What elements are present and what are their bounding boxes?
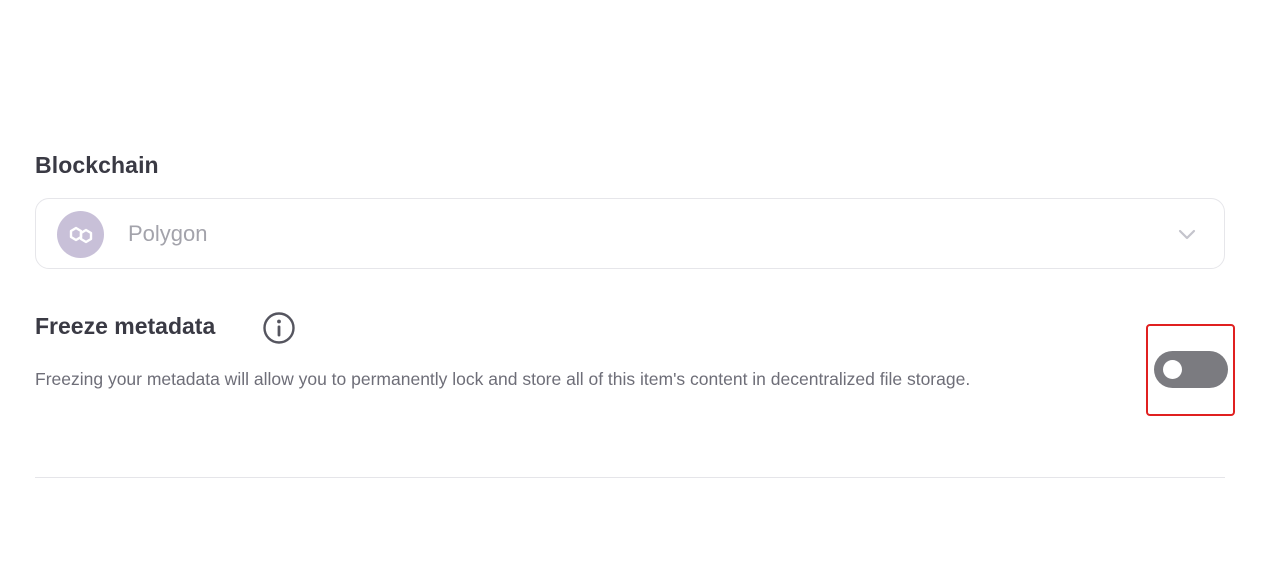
freeze-metadata-toggle[interactable]	[1154, 351, 1228, 388]
settings-page: Blockchain Polygon Freeze metadata Freez…	[0, 0, 1280, 587]
blockchain-label: Blockchain	[35, 152, 159, 178]
freeze-metadata-description: Freezing your metadata will allow you to…	[35, 369, 971, 389]
info-icon[interactable]	[262, 311, 296, 345]
freeze-metadata-title: Freeze metadata	[35, 313, 216, 339]
blockchain-selected-value: Polygon	[128, 221, 208, 246]
blockchain-select[interactable]: Polygon	[35, 198, 1225, 269]
toggle-knob[interactable]	[1163, 360, 1182, 379]
divider	[35, 477, 1225, 478]
polygon-icon	[57, 211, 104, 258]
chevron-down-icon[interactable]	[1176, 225, 1198, 243]
